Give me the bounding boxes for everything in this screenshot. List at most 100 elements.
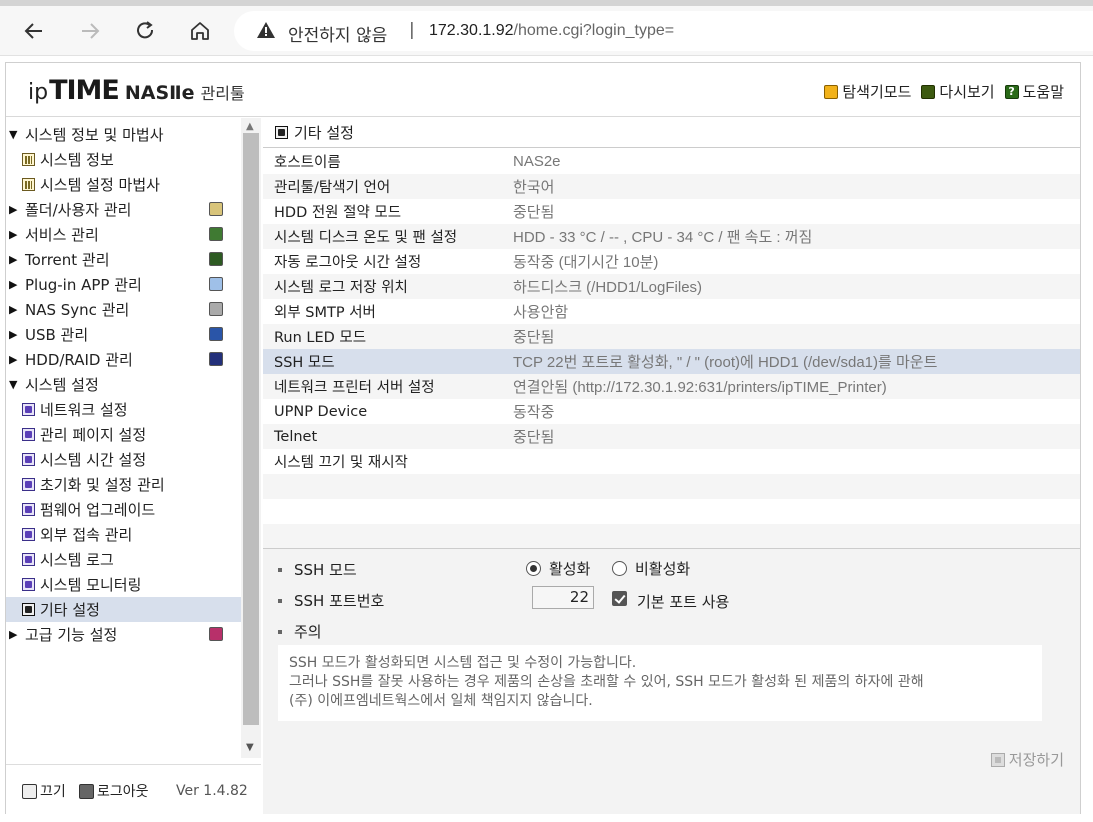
url-text[interactable]: 172.30.1.92/home.cgi?login_type=	[429, 22, 674, 40]
settings-row-hostname[interactable]: 호스트이름 NAS2e	[263, 149, 1080, 174]
row-key: Run LED 모드	[274, 330, 367, 346]
sidebar-item-system-info[interactable]: 시스템 정보	[6, 147, 241, 172]
explorer-mode-label: 탐색기모드	[842, 83, 912, 101]
hdd-icon	[209, 352, 223, 366]
settings-row-auto-logout[interactable]: 자동 로그아웃 시간 설정 동작중 (대기시간 10분)	[263, 249, 1080, 274]
row-value: NAS2e	[513, 153, 561, 170]
sidebar-item-label: 시스템 모니터링	[40, 576, 142, 594]
ssh-detail-panel: SSH 모드 활성화 비활성화 SSH 포트번호 22 기본 포트 사용 주의 …	[263, 548, 1080, 814]
sidebar-scrollbar[interactable]: ▲ ▼	[241, 118, 261, 758]
row-value: 연결안됨 (http://172.30.1.92:631/printers/ip…	[513, 379, 887, 396]
scroll-down-icon[interactable]: ▼	[246, 742, 254, 753]
back-button[interactable]	[17, 15, 51, 47]
sidebar-item-admin-page[interactable]: 관리 페이지 설정	[6, 422, 241, 447]
sidebar-item-label: 네트워크 설정	[40, 401, 128, 419]
explorer-icon	[824, 84, 839, 99]
sidebar-item-label: NAS Sync 관리	[25, 301, 130, 319]
settings-row-smtp[interactable]: 외부 SMTP 서버 사용안함	[263, 299, 1080, 324]
sidebar-item-torrent[interactable]: ▶ Torrent 관리	[6, 247, 241, 272]
sidebar-item-firmware[interactable]: 펌웨어 업그레이드	[6, 497, 241, 522]
sidebar-item-nas-sync[interactable]: ▶ NAS Sync 관리	[6, 297, 241, 322]
ssh-enable-option[interactable]: 활성화	[526, 558, 590, 579]
reload-icon	[137, 21, 154, 39]
sidebar-item-system-time[interactable]: 시스템 시간 설정	[6, 447, 241, 472]
help-link[interactable]: ? 도움말	[1004, 81, 1064, 102]
row-value: 중단됨	[513, 429, 555, 446]
settings-row-log-location[interactable]: 시스템 로그 저장 위치 하드디스크 (/HDD1/LogFiles)	[263, 274, 1080, 299]
refresh-label: 다시보기	[939, 83, 995, 101]
empty-row	[263, 474, 1080, 499]
sidebar-item-system-settings[interactable]: ▼ 시스템 설정	[6, 372, 241, 397]
sidebar-item-reset-config[interactable]: 초기화 및 설정 관리	[6, 472, 241, 497]
power-off-label: 끄기	[40, 784, 66, 800]
sidebar-item-plugin-app[interactable]: ▶ Plug-in APP 관리	[6, 272, 241, 297]
sidebar: ▼ 시스템 정보 및 마법사 시스템 정보 시스템 설정 마법사 ▶ 폴더/사용자 …	[6, 118, 261, 814]
sidebar-item-service[interactable]: ▶ 서비스 관리	[6, 222, 241, 247]
settings-icon	[22, 578, 35, 591]
ssh-notice-box: SSH 모드가 활성화되면 시스템 접근 및 수정이 가능합니다. 그러나 SS…	[278, 645, 1042, 721]
collapsed-arrow-icon: ▶	[9, 328, 18, 341]
warning-icon[interactable]	[256, 20, 276, 40]
forward-button[interactable]	[73, 15, 107, 47]
enable-radio[interactable]	[526, 561, 541, 576]
sidebar-footer: 끄기 로그아웃 Ver 1.4.82	[6, 764, 261, 814]
save-label: 저장하기	[1008, 751, 1064, 769]
ssh-port-input[interactable]: 22	[532, 586, 594, 609]
sidebar-item-system-info-wizard[interactable]: ▼ 시스템 정보 및 마법사	[6, 122, 241, 147]
settings-row-upnp[interactable]: UPNP Device 동작중	[263, 399, 1080, 424]
disable-label: 비활성화	[635, 560, 691, 578]
collapsed-arrow-icon: ▶	[9, 203, 18, 216]
sidebar-item-advanced[interactable]: ▶ 고급 기능 설정	[6, 622, 241, 647]
settings-row-run-led[interactable]: Run LED 모드 중단됨	[263, 324, 1080, 349]
settings-row-hdd-power[interactable]: HDD 전원 절약 모드 중단됨	[263, 199, 1080, 224]
settings-row-printer-server[interactable]: 네트워크 프린터 서버 설정 연결안됨 (http://172.30.1.92:6…	[263, 374, 1080, 399]
settings-row-temperature-fan[interactable]: 시스템 디스크 온도 및 팬 설정 HDD - 33 °C / -- , CPU …	[263, 224, 1080, 249]
sidebar-item-setup-wizard[interactable]: 시스템 설정 마법사	[6, 172, 241, 197]
row-key: SSH 모드	[274, 355, 335, 371]
sidebar-item-system-log[interactable]: 시스템 로그	[6, 547, 241, 572]
settings-row-shutdown-restart[interactable]: 시스템 끄기 및 재시작	[263, 449, 1080, 474]
sidebar-item-misc-settings[interactable]: 기타 설정	[6, 597, 241, 622]
sidebar-item-network[interactable]: 네트워크 설정	[6, 397, 241, 422]
address-separator: |	[409, 20, 415, 40]
sidebar-item-usb[interactable]: ▶ USB 관리	[6, 322, 241, 347]
logout-label: 로그아웃	[97, 784, 149, 800]
address-bar[interactable]: 안전하지 않음 | 172.30.1.92/home.cgi?login_typ…	[234, 11, 1093, 51]
sidebar-item-remote-access[interactable]: 외부 접속 관리	[6, 522, 241, 547]
disable-radio[interactable]	[612, 561, 627, 576]
sync-icon	[209, 302, 223, 316]
logout-button[interactable]: 로그아웃	[79, 781, 149, 801]
explorer-mode-link[interactable]: 탐색기모드	[824, 81, 911, 102]
row-key: 호스트이름	[274, 155, 341, 171]
sidebar-item-folder-user[interactable]: ▶ 폴더/사용자 관리	[6, 197, 241, 222]
notice-line: 그러나 SSH를 잘못 사용하는 경우 제품의 손상을 초래할 수 있어, SS…	[289, 674, 924, 690]
settings-row-telnet[interactable]: Telnet 중단됨	[263, 424, 1080, 449]
row-value: 중단됨	[513, 204, 555, 221]
expanded-arrow-icon: ▼	[9, 128, 18, 141]
empty-row	[263, 524, 1080, 549]
settings-row-language[interactable]: 관리툴/탐색기 언어 한국어	[263, 174, 1080, 199]
sidebar-item-hdd-raid[interactable]: ▶ HDD/RAID 관리	[6, 347, 241, 372]
sidebar-item-label: Torrent 관리	[25, 251, 110, 269]
sidebar-item-system-monitor[interactable]: 시스템 모니터링	[6, 572, 241, 597]
scroll-up-icon[interactable]: ▲	[246, 121, 254, 132]
ssh-disable-option[interactable]: 비활성화	[612, 558, 690, 579]
default-port-checkbox[interactable]	[612, 591, 627, 606]
version-label: Ver 1.4.82	[176, 783, 248, 799]
bullet-icon	[278, 629, 282, 634]
logout-icon	[79, 783, 94, 799]
save-button[interactable]: 저장하기	[990, 749, 1064, 770]
default-port-label: 기본 포트 사용	[637, 593, 730, 611]
home-button[interactable]	[183, 15, 217, 47]
settings-icon	[22, 453, 35, 466]
settings-row-ssh[interactable]: SSH 모드 TCP 22번 포트로 활성화, " / " (root)에 HDD…	[263, 349, 1080, 374]
reload-button[interactable]	[128, 15, 162, 47]
row-key: 외부 SMTP 서버	[274, 305, 376, 321]
scrollbar-thumb[interactable]	[243, 133, 259, 725]
security-status[interactable]: 안전하지 않음	[288, 21, 387, 46]
plugin-icon	[209, 277, 223, 291]
power-off-button[interactable]: 끄기	[22, 781, 66, 801]
help-icon: ?	[1004, 84, 1019, 99]
refresh-link[interactable]: 다시보기	[921, 81, 995, 102]
logo-subtitle: 관리툴	[200, 84, 245, 103]
